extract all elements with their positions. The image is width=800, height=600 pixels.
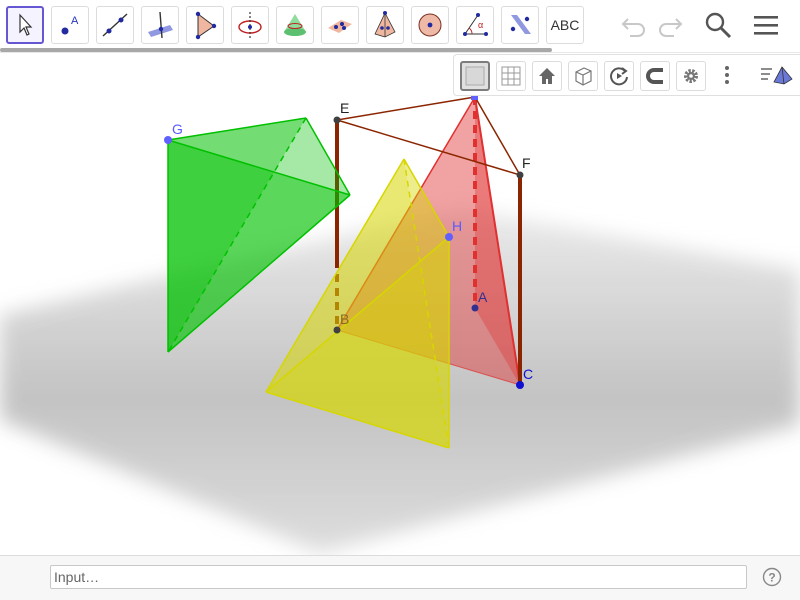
- pyramid-tool-button[interactable]: [186, 6, 224, 44]
- point-a[interactable]: [471, 304, 479, 312]
- angle-icon: α: [463, 13, 488, 36]
- algebra-input-field[interactable]: [50, 565, 747, 589]
- label-b: B: [340, 311, 349, 327]
- label-a: A: [478, 289, 488, 305]
- style-bar-menu-button[interactable]: [712, 60, 742, 90]
- pyramid-icon: [374, 11, 396, 38]
- point-h[interactable]: [445, 233, 453, 241]
- hamburger-menu-icon: [754, 16, 778, 35]
- point-icon: A: [61, 15, 79, 35]
- algebra-input-bar: ?: [0, 555, 800, 600]
- text-tool-button[interactable]: ABC: [546, 6, 584, 44]
- text-icon: ABC: [550, 17, 580, 33]
- point-g[interactable]: [164, 136, 172, 144]
- settings-button[interactable]: [676, 61, 706, 91]
- label-f: F: [522, 155, 531, 171]
- circle-axis-tool-button[interactable]: [231, 6, 269, 44]
- help-glyph: ?: [768, 571, 775, 585]
- angle-tool-button[interactable]: α: [456, 6, 494, 44]
- redo-button[interactable]: [654, 9, 686, 41]
- rotate-view-button[interactable]: [604, 61, 634, 91]
- line-icon: [102, 13, 128, 37]
- label-g: G: [172, 121, 183, 137]
- prism-tool-button[interactable]: [366, 6, 404, 44]
- toggle-grid-button[interactable]: [496, 61, 526, 91]
- grid-icon: [501, 66, 521, 86]
- label-h: H: [452, 218, 462, 234]
- perpendicular-icon: [148, 11, 173, 39]
- reflect-tool-button[interactable]: [501, 6, 539, 44]
- view-menu-button[interactable]: [758, 60, 794, 90]
- main-menu-button[interactable]: [750, 9, 782, 41]
- sphere-tool-button[interactable]: [411, 6, 449, 44]
- line-tool-button[interactable]: [96, 6, 134, 44]
- 3d-view-icon: [761, 66, 793, 85]
- standard-view-button[interactable]: [532, 61, 562, 91]
- point-e[interactable]: [333, 116, 341, 124]
- svg-text:A: A: [71, 15, 79, 27]
- point-b[interactable]: [333, 326, 341, 334]
- search-button[interactable]: [702, 9, 734, 41]
- main-toolbar: A α ABC: [0, 0, 800, 50]
- graphics-style-bar: [453, 54, 800, 96]
- snap-magnet-icon: [646, 68, 663, 84]
- plane-toggle-icon: [465, 66, 485, 86]
- view-cube-icon: [575, 67, 592, 86]
- graphics-3d-view[interactable]: E F G H A B C: [0, 53, 800, 555]
- cone-icon: [284, 14, 306, 36]
- view-direction-button[interactable]: [568, 61, 598, 91]
- rotate-view-icon: [610, 67, 628, 86]
- plane-tool-button[interactable]: [321, 6, 359, 44]
- edge-e-top: [336, 96, 476, 121]
- sphere-icon: [418, 13, 442, 37]
- undo-icon: [621, 18, 645, 37]
- triangle-icon: [195, 11, 217, 40]
- toggle-plane-button[interactable]: [460, 61, 490, 91]
- move-tool-button[interactable]: [6, 6, 44, 44]
- undo-button[interactable]: [618, 9, 650, 41]
- arrow-pointer-icon: [19, 13, 33, 36]
- more-vert-icon: [725, 66, 729, 84]
- search-icon: [705, 12, 732, 39]
- perpendicular-line-tool-button[interactable]: [141, 6, 179, 44]
- circle-axis-icon: [238, 12, 262, 38]
- point-c[interactable]: [516, 381, 524, 389]
- snap-button[interactable]: [640, 61, 670, 91]
- redo-icon: [659, 18, 683, 37]
- reflect-plane-icon: [510, 15, 531, 34]
- point-f[interactable]: [516, 171, 524, 179]
- point-tool-button[interactable]: A: [51, 6, 89, 44]
- home-icon: [539, 68, 555, 84]
- label-e: E: [340, 100, 349, 116]
- help-button[interactable]: ?: [762, 567, 782, 587]
- plane-icon: [328, 20, 352, 33]
- settings-gear-icon: [684, 69, 698, 83]
- label-c: C: [523, 366, 533, 382]
- svg-text:α: α: [478, 20, 483, 30]
- cone-tool-button[interactable]: [276, 6, 314, 44]
